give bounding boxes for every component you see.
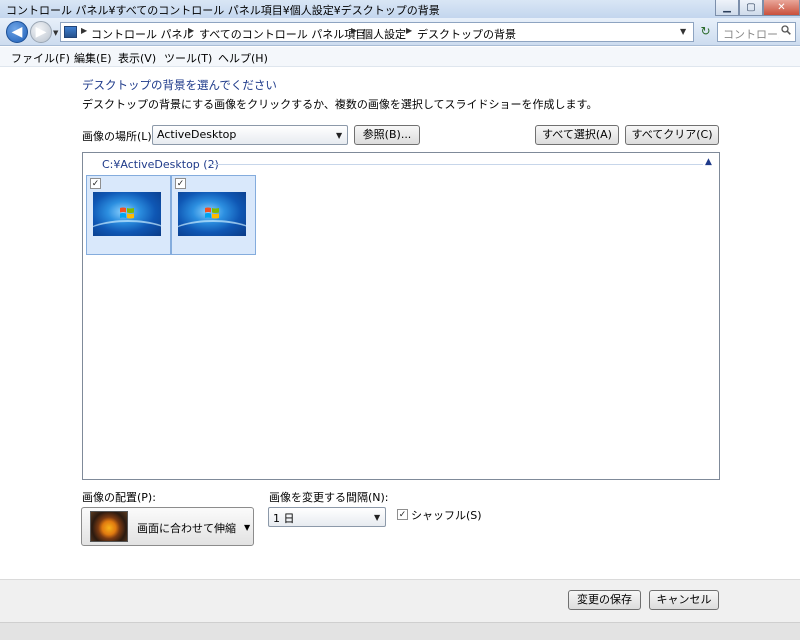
chevron-down-icon: ▼ [336, 131, 343, 140]
save-changes-button[interactable]: 変更の保存 [568, 590, 641, 610]
breadcrumb-control-panel[interactable]: コントロール パネル [91, 26, 194, 42]
page-description: デスクトップの背景にする画像をクリックするか、複数の画像を選択してスライドショー… [82, 98, 598, 111]
title-bar: コントロール パネル¥すべてのコントロール パネル項目¥個人設定¥デスクトップの… [0, 0, 800, 18]
shuffle-label[interactable]: シャッフル(S) [411, 507, 482, 523]
control-panel-icon [64, 26, 77, 38]
clear-all-button[interactable]: すべてクリア(C) [625, 125, 719, 145]
wallpaper-thumbnail[interactable]: ✓ [86, 175, 171, 255]
menu-edit[interactable]: 編集(E) [74, 50, 112, 66]
interval-label: 画像を変更する間隔(N): [269, 491, 389, 504]
forward-button[interactable]: ▶ [30, 21, 52, 43]
select-all-button[interactable]: すべて選択(A) [535, 125, 619, 145]
windows-wallpaper-image [93, 192, 161, 236]
search-input[interactable]: コントロール パネ [723, 26, 779, 42]
address-bar[interactable]: ▶ コントロール パネル ▶ すべてのコントロール パネル項目 ▶ 個人設定 ▶… [60, 22, 694, 42]
group-header[interactable]: C:¥ActiveDesktop (2) [102, 158, 219, 171]
close-button[interactable]: ✕ [763, 0, 800, 16]
thumbnail-checkbox[interactable]: ✓ [175, 178, 186, 189]
minimize-button[interactable]: ▁ [715, 0, 739, 16]
search-icon[interactable] [781, 25, 791, 35]
maximize-button[interactable]: ▢ [739, 0, 763, 16]
flower-preview-image [90, 511, 128, 542]
status-bar [0, 622, 800, 640]
picture-location-dropdown[interactable]: ActiveDesktop ▼ [152, 125, 348, 145]
picture-position-value: 画面に合わせて伸縮 [137, 522, 236, 535]
picture-position-dropdown[interactable]: 画面に合わせて伸縮 ▼ [81, 507, 254, 546]
menu-bar: ファイル(F) 編集(E) 表示(V) ツール(T) ヘルプ(H) [0, 47, 800, 67]
breadcrumb-separator-icon[interactable]: ▶ [406, 26, 412, 35]
picture-location-label: 画像の場所(L): [82, 130, 156, 143]
breadcrumb-desktop-background[interactable]: デスクトップの背景 [417, 26, 516, 42]
breadcrumb-personalization[interactable]: 個人設定 [362, 26, 406, 42]
menu-help[interactable]: ヘルプ(H) [218, 50, 268, 66]
picture-list[interactable]: C:¥ActiveDesktop (2) ▲ ✓ ✓ [82, 152, 720, 480]
chevron-down-icon: ▼ [374, 513, 381, 522]
thumbnail-checkbox[interactable]: ✓ [90, 178, 101, 189]
recent-pages-dropdown-icon[interactable]: ▼ [53, 29, 58, 37]
window-title: コントロール パネル¥すべてのコントロール パネル項目¥個人設定¥デスクトップの… [6, 4, 440, 17]
interval-dropdown[interactable]: 1 日 ▼ [268, 507, 386, 527]
windows-wallpaper-image [178, 192, 246, 236]
interval-value: 1 日 [273, 512, 295, 525]
wallpaper-thumbnail[interactable]: ✓ [171, 175, 256, 255]
cancel-button[interactable]: キャンセル [649, 590, 719, 610]
breadcrumb-separator-icon[interactable]: ▶ [188, 26, 194, 35]
collapse-icon[interactable]: ▲ [705, 157, 712, 167]
picture-location-value: ActiveDesktop [157, 128, 237, 141]
breadcrumb-separator-icon[interactable]: ▶ [81, 26, 87, 35]
address-dropdown-icon[interactable]: ▼ [680, 27, 686, 36]
menu-view[interactable]: 表示(V) [118, 50, 156, 66]
breadcrumb-separator-icon[interactable]: ▶ [351, 26, 357, 35]
windows-logo-icon [205, 207, 219, 219]
menu-tools[interactable]: ツール(T) [164, 50, 212, 66]
back-button[interactable]: ◀ [6, 21, 28, 43]
breadcrumb-all-items[interactable]: すべてのコントロール パネル項目 [199, 26, 366, 42]
browse-button[interactable]: 参照(B)... [354, 125, 420, 145]
windows-logo-icon [120, 207, 134, 219]
search-box[interactable]: コントロール パネ [717, 22, 796, 42]
page-heading: デスクトップの背景を選んでください [82, 78, 277, 92]
group-divider [209, 164, 703, 165]
chevron-down-icon: ▼ [244, 523, 251, 532]
menu-file[interactable]: ファイル(F) [11, 50, 70, 66]
shuffle-checkbox[interactable]: ✓ [397, 509, 408, 520]
picture-position-label: 画像の配置(P): [82, 491, 156, 504]
refresh-icon[interactable]: ↻ [697, 22, 714, 42]
